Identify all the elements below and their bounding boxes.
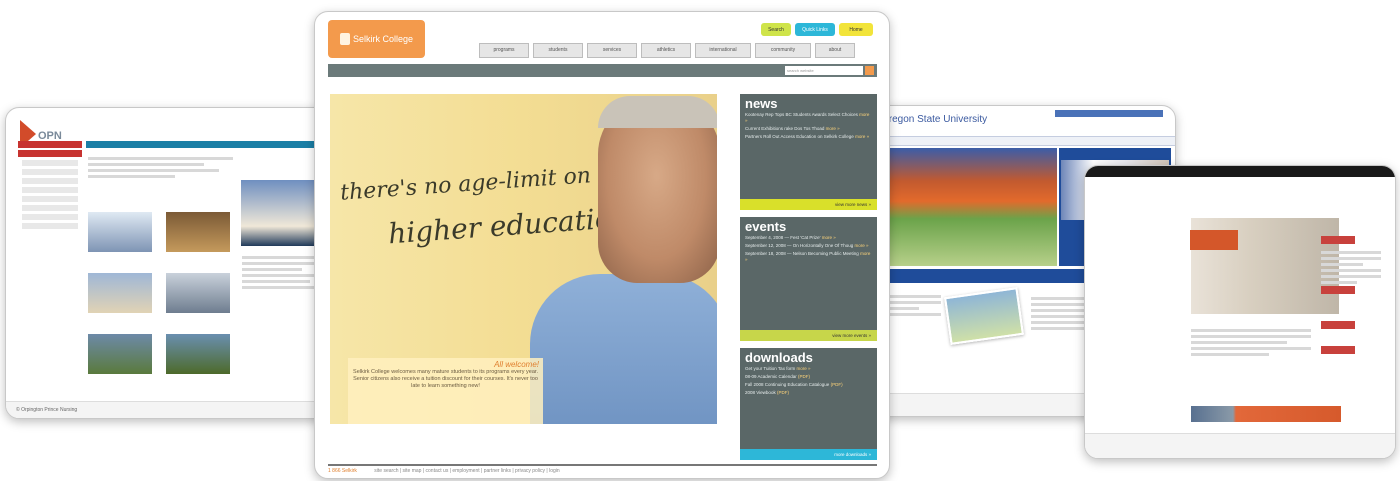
content-text-block <box>88 154 233 181</box>
utility-bar <box>1055 110 1163 117</box>
news-item[interactable]: Partners Roll Out Access Education on Se… <box>740 133 877 141</box>
headline-line-1: there's no age-limit on <box>339 163 592 206</box>
footer: © Orpington Prince Nursing <box>6 401 331 418</box>
banner-title-block <box>1190 230 1238 250</box>
brand-name: Selkirk College <box>352 34 414 44</box>
caption-title: All welcome! <box>494 360 539 369</box>
hero-caption: All welcome! Selkirk College welcomes ma… <box>348 358 543 424</box>
screenshot-card-center[interactable]: Selkirk College Search Quick Links Home … <box>314 11 890 479</box>
nav-community[interactable]: community <box>755 43 811 58</box>
quick-links-button[interactable]: Quick Links <box>795 23 835 36</box>
footer-text: © Orpington Prince Nursing <box>16 407 78 413</box>
headline-line-2: higher education <box>387 200 631 251</box>
events-more-link[interactable]: view more events » <box>740 330 877 341</box>
postcard-image <box>944 287 1024 345</box>
footer-links[interactable]: site search | site map | contact us | em… <box>374 468 559 474</box>
screenshot-card-right-2[interactable] <box>1084 165 1396 459</box>
news-item[interactable]: Current Exhibitions rake Dos Tos Thoad m… <box>740 125 877 133</box>
stadium-photo <box>885 148 1057 266</box>
side-heading <box>1321 321 1355 329</box>
download-item[interactable]: Get your Tuition Tax form more » <box>740 365 877 373</box>
search-input[interactable]: search website <box>785 66 863 75</box>
nav-bar <box>871 136 1175 146</box>
downloads-heading: downloads <box>745 350 813 365</box>
downloads-more-link[interactable]: more downloads » <box>740 449 877 460</box>
site-footer: 1 866 Selkirk site search | site map | c… <box>328 464 877 476</box>
photo-thumb <box>88 212 152 252</box>
site-title: Oregon State University <box>881 114 988 125</box>
left-sidebar <box>18 141 82 232</box>
download-item[interactable]: Fall 2008 Continuing Education Catalogue… <box>740 381 877 389</box>
top-nav-bar <box>86 141 331 148</box>
nav-students[interactable]: students <box>533 43 583 58</box>
photo-thumb <box>166 334 230 374</box>
photo-strip <box>1191 406 1341 422</box>
man-shirt <box>530 274 717 424</box>
search-link-button[interactable]: Search <box>761 23 791 36</box>
nav-athletics[interactable]: athletics <box>641 43 691 58</box>
side-text <box>1321 248 1381 287</box>
news-panel: news Kootenay Rep Tops BC Students Award… <box>740 94 877 210</box>
selkirk-logo: Selkirk College <box>328 20 425 58</box>
top-bar <box>1085 166 1395 177</box>
left-text-col <box>885 292 941 319</box>
crest-icon <box>339 33 350 45</box>
nav-programs[interactable]: programs <box>479 43 529 58</box>
news-more-link[interactable]: view more news » <box>740 199 877 210</box>
main-nav: programs students services athletics int… <box>479 43 855 58</box>
side-heading <box>1321 346 1355 354</box>
hero-photo: there's no age-limit on higher education… <box>330 94 717 424</box>
photo-thumb <box>166 212 230 252</box>
screenshot-card-left[interactable]: OPN © Orpington Prince Nursing <box>5 107 332 419</box>
caption-text: Selkirk College welcomes many mature stu… <box>353 369 538 389</box>
search-go-button[interactable] <box>865 66 874 75</box>
photo-thumb <box>88 273 152 313</box>
photo-thumb <box>88 334 152 374</box>
event-item[interactable]: September 4, 2008 — Fest 'Cat Prize' mor… <box>740 234 877 242</box>
man-hair <box>598 96 717 128</box>
home-button[interactable]: Home <box>839 23 873 36</box>
search-bar: search website <box>328 64 877 77</box>
events-panel: events September 4, 2008 — Fest 'Cat Pri… <box>740 217 877 341</box>
nav-international[interactable]: international <box>695 43 751 58</box>
body-text <box>1191 326 1311 359</box>
news-item[interactable]: Kootenay Rep Tops BC Students Awards Sel… <box>740 111 877 125</box>
photo-thumb <box>166 273 230 313</box>
download-item[interactable]: 2008 Viewbook (PDF) <box>740 389 877 397</box>
side-heading <box>1321 236 1355 244</box>
side-heading <box>1321 286 1355 294</box>
footer <box>1085 433 1395 458</box>
events-heading: events <box>745 219 787 234</box>
footer-phone: 1 866 Selkirk <box>328 468 357 474</box>
nav-about[interactable]: about <box>815 43 855 58</box>
event-item[interactable]: September 18, 2008 — Nelson Becoming Pub… <box>740 250 877 264</box>
downloads-panel: downloads Get your Tuition Tax form more… <box>740 348 877 460</box>
event-item[interactable]: September 12, 2008 — On Horizontally One… <box>740 242 877 250</box>
news-heading: news <box>745 96 778 111</box>
nav-services[interactable]: services <box>587 43 637 58</box>
download-item[interactable]: 08-09 Academic Calendar (PDF) <box>740 373 877 381</box>
